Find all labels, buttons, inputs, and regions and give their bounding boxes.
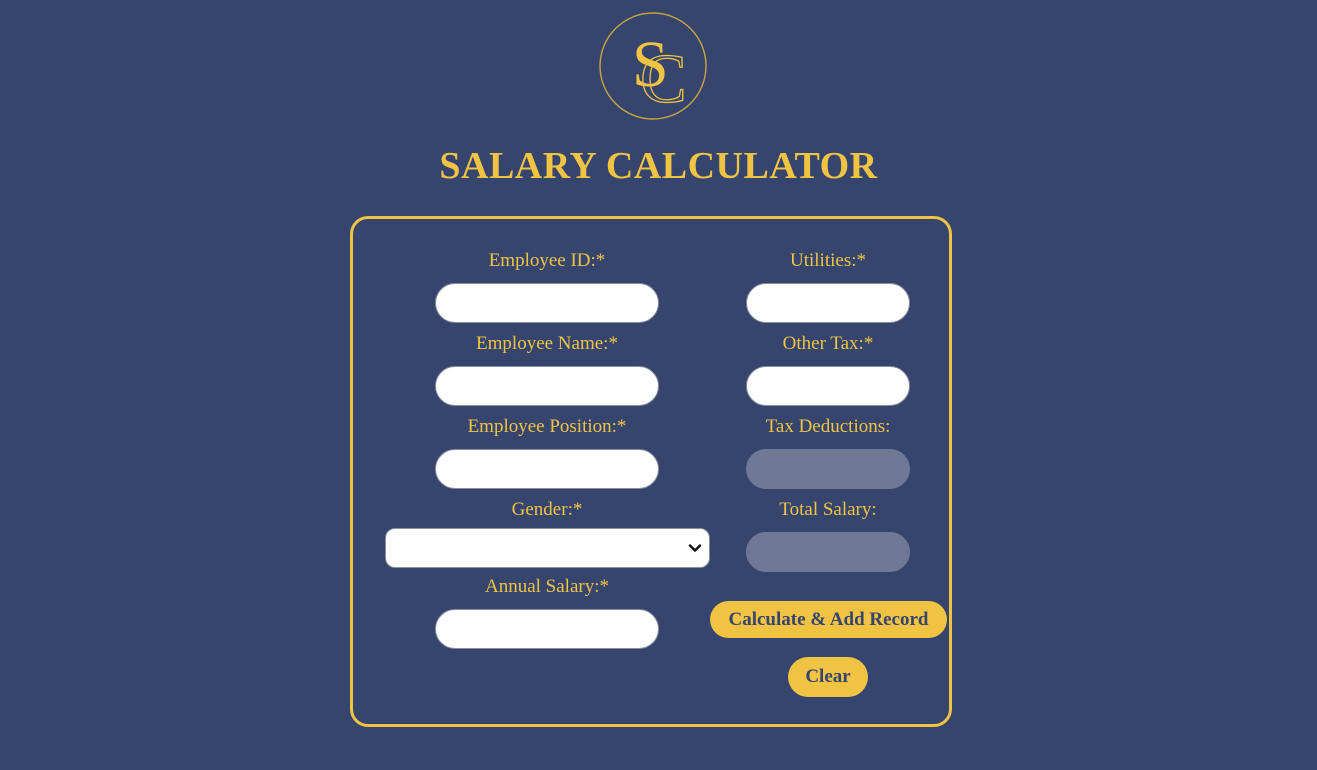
total-salary-output [746, 532, 910, 572]
employee-id-input[interactable] [435, 283, 659, 323]
employee-name-label: Employee Name:* [476, 333, 618, 354]
logo-letter-c: C [640, 41, 687, 118]
other-tax-input[interactable] [746, 366, 910, 406]
gender-select[interactable] [385, 528, 710, 568]
employee-id-label: Employee ID:* [488, 250, 606, 271]
tax-deductions-output [746, 449, 910, 489]
other-tax-label: Other Tax:* [782, 333, 874, 354]
employee-position-label: Employee Position:* [467, 416, 627, 437]
employee-name-input[interactable] [435, 366, 659, 406]
sc-monogram-logo: S C [599, 12, 707, 120]
salary-calculator-page: S C SALARY CALCULATOR Employee ID:* Empl… [0, 0, 1317, 770]
tax-deductions-label: Tax Deductions: [765, 416, 891, 437]
chevron-down-icon [688, 544, 702, 552]
employee-position-input[interactable] [435, 449, 659, 489]
annual-salary-label: Annual Salary:* [484, 576, 610, 597]
total-salary-label: Total Salary: [779, 499, 877, 520]
clear-button[interactable]: Clear [788, 657, 868, 697]
annual-salary-input[interactable] [435, 609, 659, 649]
utilities-input[interactable] [746, 283, 910, 323]
gender-label: Gender:* [511, 499, 583, 520]
utilities-label: Utilities:* [790, 250, 866, 271]
calculate-add-record-button[interactable]: Calculate & Add Record [710, 601, 947, 638]
page-title: SALARY CALCULATOR [439, 145, 878, 187]
